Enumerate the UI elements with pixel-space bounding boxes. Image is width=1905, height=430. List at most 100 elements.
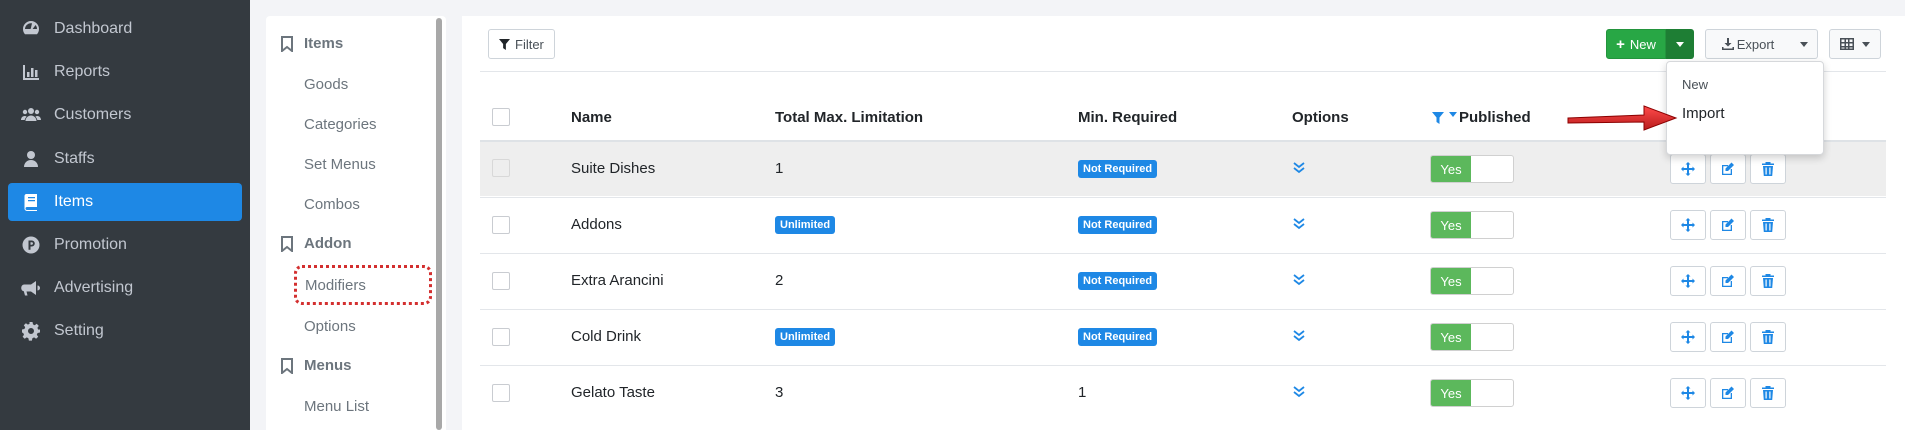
megaphone-icon: [20, 278, 42, 298]
sidebar-item-label: Staffs: [54, 150, 95, 167]
row-checkbox[interactable]: [492, 159, 510, 177]
columns-toggle-button[interactable]: [1829, 29, 1881, 59]
delete-button[interactable]: [1750, 154, 1786, 184]
sidebar-item-advertising[interactable]: Advertising: [8, 269, 242, 307]
download-icon: [1721, 38, 1734, 50]
new-dropdown-toggle[interactable]: [1666, 29, 1694, 59]
edit-button[interactable]: [1710, 266, 1746, 296]
export-button[interactable]: Export: [1705, 29, 1791, 59]
arrows-move-icon: [1681, 162, 1695, 176]
column-header-min-required[interactable]: Min. Required: [1078, 109, 1177, 126]
filter-icon[interactable]: [1432, 111, 1444, 124]
submenu-item-modifiers[interactable]: Modifiers: [294, 265, 432, 305]
max-limit-badge: Unlimited: [775, 216, 836, 234]
move-button[interactable]: [1670, 154, 1706, 184]
submenu-header-addon: Addon: [280, 235, 351, 252]
submenu-item-set-menus[interactable]: Set Menus: [304, 156, 376, 173]
sidebar-item-setting[interactable]: Setting: [8, 312, 242, 350]
column-header-options[interactable]: Options: [1292, 109, 1349, 126]
sidebar-item-label: Items: [54, 193, 94, 210]
table-row[interactable]: Gelato Taste 3 1 Yes: [480, 365, 1886, 421]
book-icon: [20, 192, 42, 212]
row-checkbox[interactable]: [492, 216, 510, 234]
arrows-move-icon: [1681, 386, 1695, 400]
angle-double-down-icon[interactable]: [1292, 385, 1306, 399]
row-checkbox[interactable]: [492, 272, 510, 290]
angle-double-down-icon[interactable]: [1292, 161, 1306, 175]
sidebar-item-reports[interactable]: Reports: [8, 53, 242, 91]
row-name: Suite Dishes: [571, 160, 656, 177]
trash-icon: [1762, 162, 1774, 176]
new-button[interactable]: + New: [1606, 29, 1666, 59]
table-row[interactable]: Addons Unlimited Not Required Yes: [480, 197, 1886, 253]
trash-icon: [1762, 218, 1774, 232]
sidebar-item-label: Reports: [54, 63, 111, 80]
edit-icon: [1722, 218, 1734, 231]
sidebar-item-label: Customers: [54, 106, 132, 123]
published-toggle[interactable]: Yes: [1430, 267, 1514, 295]
caret-down-icon: [1799, 41, 1808, 47]
dashboard-icon: [20, 19, 42, 39]
angle-double-down-icon[interactable]: [1292, 273, 1306, 287]
submenu-item-menu-list[interactable]: Menu List: [304, 398, 369, 415]
edit-button[interactable]: [1710, 378, 1746, 408]
submenu-header-menus: Menus: [280, 357, 352, 374]
row-name: Cold Drink: [571, 328, 642, 345]
sidebar-item-staffs[interactable]: Staffs: [8, 140, 242, 178]
edit-button[interactable]: [1710, 154, 1746, 184]
move-button[interactable]: [1670, 322, 1706, 352]
row-max-limit: 2: [775, 272, 784, 289]
sidebar-item-items[interactable]: Items: [8, 183, 242, 221]
move-button[interactable]: [1670, 266, 1706, 296]
sort-caret-icon[interactable]: [1449, 112, 1457, 117]
published-toggle[interactable]: Yes: [1430, 211, 1514, 239]
published-toggle[interactable]: Yes: [1430, 155, 1514, 183]
move-button[interactable]: [1670, 378, 1706, 408]
published-toggle[interactable]: Yes: [1430, 379, 1514, 407]
delete-button[interactable]: [1750, 322, 1786, 352]
delete-button[interactable]: [1750, 378, 1786, 408]
angle-double-down-icon[interactable]: [1292, 329, 1306, 343]
submenu-panel: Items Goods Categories Set Menus Combos …: [266, 16, 446, 430]
edit-icon: [1722, 274, 1734, 287]
filter-icon: [499, 38, 510, 50]
caret-down-icon: [1862, 41, 1870, 47]
column-header-name[interactable]: Name: [571, 109, 612, 126]
export-dropdown-toggle[interactable]: [1790, 29, 1818, 59]
column-header-published[interactable]: Published: [1432, 109, 1531, 126]
edit-icon: [1722, 386, 1734, 399]
table-row[interactable]: Cold Drink Unlimited Not Required Yes: [480, 309, 1886, 365]
delete-button[interactable]: [1750, 266, 1786, 296]
sidebar-item-customers[interactable]: Customers: [8, 96, 242, 134]
sidebar-item-promotion[interactable]: Promotion: [8, 226, 242, 264]
filter-button[interactable]: Filter: [488, 29, 555, 59]
submenu-item-combos[interactable]: Combos: [304, 196, 360, 213]
edit-button[interactable]: [1710, 210, 1746, 240]
published-toggle[interactable]: Yes: [1430, 323, 1514, 351]
row-checkbox[interactable]: [492, 328, 510, 346]
submenu-item-goods[interactable]: Goods: [304, 76, 348, 93]
gear-icon: [20, 321, 42, 341]
min-required-badge: Not Required: [1078, 272, 1158, 290]
edit-button[interactable]: [1710, 322, 1746, 352]
delete-button[interactable]: [1750, 210, 1786, 240]
row-checkbox[interactable]: [492, 384, 510, 402]
arrows-move-icon: [1681, 218, 1695, 232]
column-header-total-max-limitation[interactable]: Total Max. Limitation: [775, 109, 923, 126]
angle-double-down-icon[interactable]: [1292, 217, 1306, 231]
min-required-badge: Not Required: [1078, 216, 1158, 234]
table-row[interactable]: Extra Arancini 2 Not Required Yes: [480, 253, 1886, 309]
submenu-item-categories[interactable]: Categories: [304, 116, 377, 133]
max-limit-badge: Unlimited: [775, 328, 836, 346]
table-icon: [1840, 38, 1854, 50]
row-min-required: 1: [1078, 384, 1087, 401]
row-max-limit: 1: [775, 160, 784, 177]
sidebar-item-dashboard[interactable]: Dashboard: [8, 10, 242, 48]
dropdown-item-import[interactable]: Import: [1682, 105, 1725, 122]
select-all-checkbox[interactable]: [492, 108, 510, 126]
sidebar-item-label: Setting: [54, 322, 104, 339]
move-button[interactable]: [1670, 210, 1706, 240]
dropdown-item-new[interactable]: New: [1682, 77, 1708, 92]
submenu-scrollbar[interactable]: [436, 18, 442, 430]
submenu-item-options[interactable]: Options: [304, 318, 356, 335]
